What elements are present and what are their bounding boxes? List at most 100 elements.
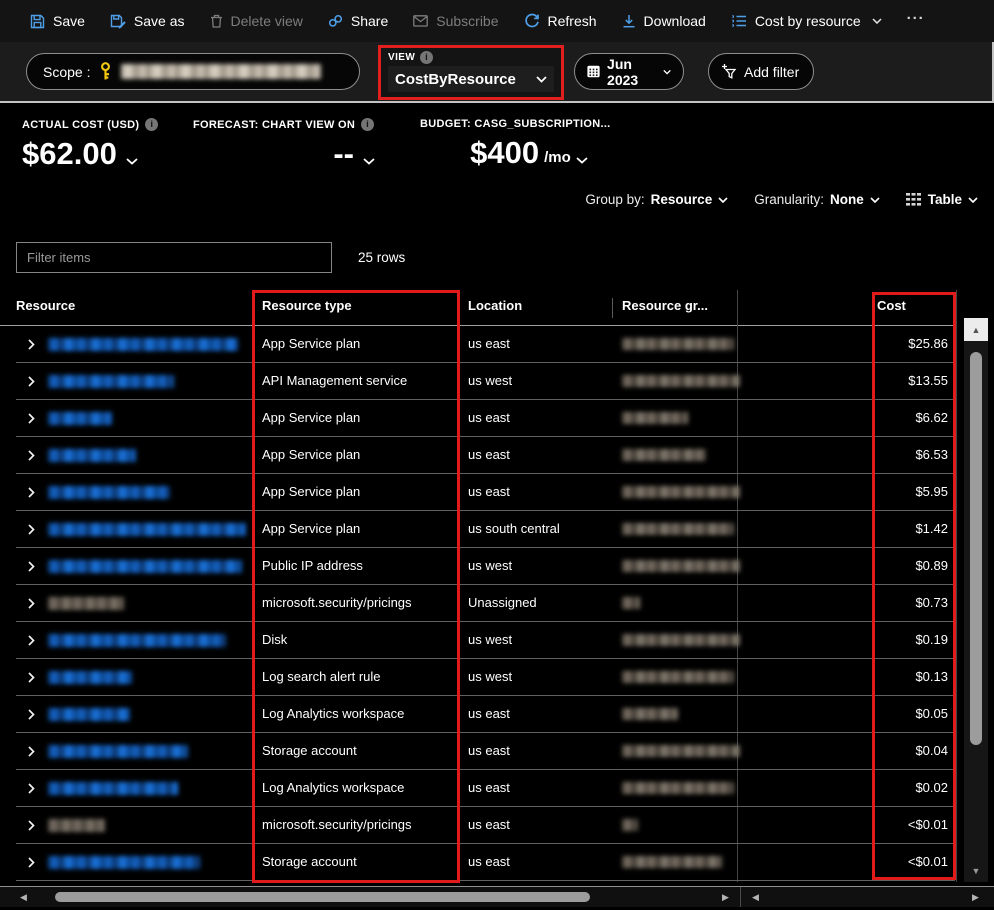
row-expand-chevron-icon[interactable] [28,450,35,461]
resource-type-cell: microsoft.security/pricings [262,595,412,610]
view-dropdown[interactable]: CostByResource [388,66,554,92]
row-expand-chevron-icon[interactable] [28,376,35,387]
refresh-icon [524,13,540,29]
redacted-resource-name[interactable] [48,856,200,869]
share-button[interactable]: Share [328,13,388,29]
cost-pane-scroll-right-button[interactable]: ▶ [972,892,979,903]
row-expand-chevron-icon[interactable] [28,561,35,572]
redacted-resource-name[interactable] [48,338,238,351]
budget-value-row[interactable]: $400 /mo [420,135,638,171]
granularity-dropdown[interactable]: Granularity: None [754,192,880,207]
add-filter-button[interactable]: Add filter [708,53,814,90]
scrollbar-down-button[interactable]: ▼ [964,860,988,882]
redacted-resource-name[interactable] [48,671,132,684]
col-header-location[interactable]: Location [468,298,522,313]
horizontal-scrollbar-thumb[interactable] [55,892,590,902]
delete-view-button[interactable]: Delete view [210,13,303,29]
col-header-cost[interactable]: Cost [877,298,906,313]
chevron-down-icon [576,157,588,164]
save-label: Save [53,13,85,29]
row-expand-chevron-icon[interactable] [28,783,35,794]
calendar-icon [587,64,600,79]
row-expand-chevron-icon[interactable] [28,672,35,683]
scroll-right-button[interactable]: ▶ [722,892,729,903]
forecast-label: FORECAST: CHART VIEW ON [193,119,355,131]
budget-label-row: BUDGET: CASG_SUBSCRIPTION... [420,118,638,130]
table-row: Log search alert ruleus west$0.13 [0,659,956,696]
cost-cell: $13.55 [737,373,948,388]
budget-suffix: /mo [544,149,571,166]
save-as-label: Save as [134,13,185,29]
command-bar: Save Save as Delete view Share Subscribe… [0,0,994,42]
redacted-resource-group [622,671,734,683]
row-expand-chevron-icon[interactable] [28,635,35,646]
redacted-resource-name[interactable] [48,634,226,647]
download-button[interactable]: Download [622,13,706,29]
redacted-resource-name[interactable] [48,486,170,499]
redacted-resource-name[interactable] [48,819,105,832]
resource-type-cell: App Service plan [262,521,360,536]
budget-kpi: BUDGET: CASG_SUBSCRIPTION... $400 /mo [420,118,638,171]
cost-pane-scroll-left-button[interactable]: ◀ [752,892,759,903]
redacted-resource-group [622,745,740,757]
subscribe-button[interactable]: Subscribe [413,13,498,29]
view-value: CostByResource [395,71,516,88]
row-expand-chevron-icon[interactable] [28,413,35,424]
vertical-scrollbar-thumb[interactable] [970,352,982,745]
redacted-resource-name[interactable] [48,523,246,536]
cost-by-resource-label: Cost by resource [755,13,861,29]
subscribe-label: Subscribe [436,13,498,29]
row-expand-chevron-icon[interactable] [28,857,35,868]
table-row: Diskus west$0.19 [0,622,956,659]
redacted-resource-name[interactable] [48,708,130,721]
redacted-resource-name[interactable] [48,412,112,425]
date-range-pill[interactable]: Jun 2023 [574,53,684,90]
cost-cell: $0.04 [737,743,948,758]
redacted-resource-name[interactable] [48,560,242,573]
location-cell: us east [468,706,510,721]
scrollbar-up-button[interactable]: ▲ [964,318,988,341]
budget-value: $400 [470,135,539,171]
chart-type-value: Table [928,192,962,207]
cost-by-resource-menu[interactable]: Cost by resource [731,13,882,29]
redacted-resource-group [622,486,740,498]
resource-type-cell: Log Analytics workspace [262,780,404,795]
refresh-button[interactable]: Refresh [524,13,597,29]
row-expand-chevron-icon[interactable] [28,339,35,350]
cost-cell: <$0.01 [737,817,948,832]
col-header-resource[interactable]: Resource [16,298,75,313]
view-caption: VIEW [388,52,415,63]
cost-cell: <$0.01 [737,854,948,869]
row-expand-chevron-icon[interactable] [28,524,35,535]
col-header-resource-group[interactable]: Resource gr... [622,298,708,313]
redacted-resource-name[interactable] [48,745,188,758]
redacted-resource-name[interactable] [48,375,174,388]
cost-cell: $0.02 [737,780,948,795]
row-expand-chevron-icon[interactable] [28,709,35,720]
save-icon [30,14,45,29]
row-expand-chevron-icon[interactable] [28,746,35,757]
forecast-value-row[interactable]: -- [193,136,375,172]
scope-pill[interactable]: Scope : [26,53,360,90]
more-options-button[interactable]: ··· [907,10,925,33]
row-expand-chevron-icon[interactable] [28,487,35,498]
cost-cell: $0.19 [737,632,948,647]
location-cell: us east [468,447,510,462]
row-expand-chevron-icon[interactable] [28,598,35,609]
scroll-left-button[interactable]: ◀ [20,892,27,903]
col-header-resource-type[interactable]: Resource type [262,298,352,313]
filter-items-input[interactable] [16,242,332,273]
redacted-resource-name[interactable] [48,597,124,610]
redacted-resource-name[interactable] [48,782,178,795]
cost-table: Resource Resource type Location Resource… [0,290,994,886]
location-cell: Unassigned [468,595,537,610]
row-expand-chevron-icon[interactable] [28,820,35,831]
save-button[interactable]: Save [30,13,85,29]
redacted-resource-name[interactable] [48,449,136,462]
group-by-dropdown[interactable]: Group by: Resource [585,192,728,207]
actual-cost-value-row[interactable]: $62.00 [22,136,158,172]
row-count: 25 rows [358,250,405,265]
save-as-button[interactable]: Save as [110,13,185,29]
horizontal-scrollbar-strip: ◀ ▶ ◀ ▶ [0,886,994,907]
chart-type-dropdown[interactable]: Table [906,192,978,207]
